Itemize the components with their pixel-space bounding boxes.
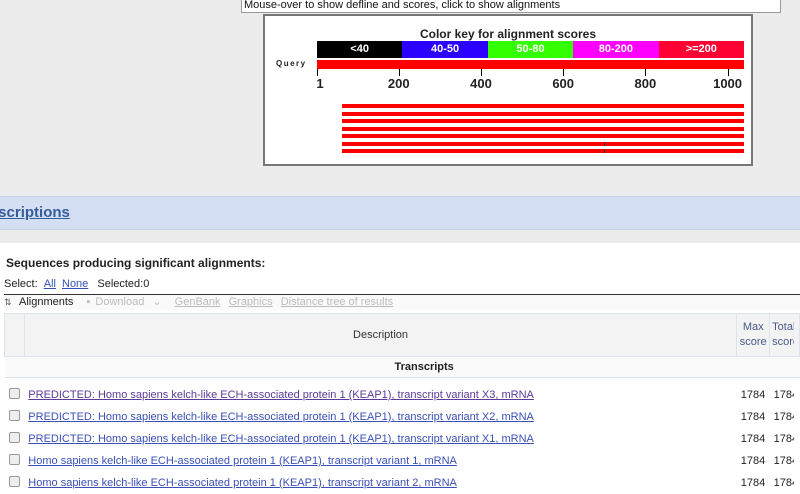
hit-bar[interactable] — [342, 126, 744, 131]
select-column-header — [4, 313, 25, 357]
total-score-value: 1784 — [773, 389, 794, 401]
query-label: Query — [276, 59, 307, 68]
select-row: Select: All None Selected:0 — [4, 278, 149, 290]
descriptions-table: Description Max score Total score Transc… — [4, 313, 800, 494]
max-score-cell: 1784 — [740, 433, 766, 445]
row-select-cell — [5, 450, 25, 472]
hit-bar[interactable] — [342, 149, 744, 153]
download-button[interactable]: ▪ Download ⌄ — [86, 296, 166, 308]
genbank-link[interactable]: GenBank — [175, 296, 221, 308]
total-score-cell: 1784 — [770, 378, 800, 407]
color-key-segment: >=200 — [658, 41, 744, 58]
total-score-cell: 1784 — [770, 450, 800, 472]
hit-gap-mark — [604, 149, 606, 153]
max-score-cell: 1784 — [740, 455, 766, 467]
row-checkbox[interactable] — [8, 476, 20, 487]
axis-tick — [563, 69, 565, 76]
selected-count: Selected:0 — [97, 278, 150, 290]
row-select-cell — [5, 406, 25, 428]
row-checkbox[interactable] — [8, 388, 20, 399]
descriptions-header: Descriptions — [0, 196, 800, 230]
query-bar — [317, 60, 744, 69]
description-cell: PREDICTED: Homo sapiens kelch-like ECH-a… — [24, 378, 736, 407]
max-score-cell: 1784 — [740, 477, 766, 489]
color-key-title: Color key for alignment scores — [419, 27, 597, 41]
color-key-segment: 80-200 — [573, 41, 659, 58]
table-row: PREDICTED: Homo sapiens kelch-like ECH-a… — [5, 428, 800, 450]
axis-tick-label: 800 — [634, 76, 657, 91]
distance-tree-link[interactable]: Distance tree of results — [281, 296, 394, 308]
download-label: Download — [95, 296, 145, 308]
description-link[interactable]: Homo sapiens kelch-like ECH-associated p… — [28, 477, 457, 489]
total-score-header-text: Total score — [772, 321, 795, 348]
results-toolbar: ⇅ Alignments ▪ Download ⌄ GenBank Graphic… — [4, 294, 800, 310]
row-checkbox[interactable] — [8, 410, 20, 421]
axis-tick-label: 200 — [387, 76, 410, 91]
description-link[interactable]: Homo sapiens kelch-like ECH-associated p… — [28, 455, 457, 467]
total-score-value: 1784 — [773, 411, 794, 423]
group-header-transcripts: Transcripts — [4, 356, 800, 378]
hit-bar[interactable] — [342, 104, 744, 108]
color-key-segment: 50-80 — [487, 41, 574, 58]
row-checkbox[interactable] — [8, 432, 20, 443]
select-label: Select: — [4, 278, 38, 290]
select-all-link[interactable]: All — [44, 278, 56, 290]
axis-tick-label: 600 — [552, 76, 575, 91]
chevron-down-icon: ⌄ — [152, 296, 162, 308]
max-score-column-header[interactable]: Max score — [736, 313, 771, 357]
row-checkbox[interactable] — [8, 454, 20, 465]
hit-bar[interactable] — [342, 111, 744, 116]
total-score-value: 1784 — [773, 477, 794, 489]
max-score-cell: 1784 — [740, 411, 766, 423]
row-select-cell — [5, 428, 25, 450]
description-column-header[interactable]: Description — [23, 313, 738, 357]
alignments-label: Alignments — [19, 296, 74, 308]
description-link[interactable]: PREDICTED: Homo sapiens kelch-like ECH-a… — [28, 411, 534, 423]
axis-tick — [317, 69, 318, 76]
row-select-cell — [5, 378, 25, 407]
tooltip: Mouse-over to show defline and scores, c… — [241, 0, 781, 13]
save-icon: ▪ — [86, 296, 91, 308]
description-link[interactable]: PREDICTED: Homo sapiens kelch-like ECH-a… — [28, 433, 534, 445]
table-row: PREDICTED: Homo sapiens kelch-like ECH-a… — [5, 378, 800, 407]
axis-tick-label: 1 — [316, 76, 324, 91]
color-key-segment: <40 — [317, 41, 403, 58]
total-score-cell: 1784 — [770, 472, 800, 494]
description-link[interactable]: PREDICTED: Homo sapiens kelch-like ECH-a… — [28, 389, 534, 401]
color-key-segment: 40-50 — [402, 41, 488, 58]
select-none-link[interactable]: None — [62, 278, 88, 290]
description-cell: Homo sapiens kelch-like ECH-associated p… — [24, 450, 736, 472]
hit-bar[interactable] — [342, 119, 744, 123]
row-select-cell — [5, 472, 25, 494]
table-row: Homo sapiens kelch-like ECH-associated p… — [5, 472, 800, 494]
max-score-cell: 1784 — [740, 389, 766, 401]
axis-tick — [398, 69, 400, 76]
axis-tick — [645, 69, 647, 76]
hit-gap-mark — [604, 141, 606, 146]
total-score-column-header[interactable]: Total score — [769, 313, 800, 357]
total-score-cell: 1784 — [770, 428, 800, 450]
total-score-cell: 1784 — [770, 406, 800, 428]
graphics-link[interactable]: Graphics — [229, 296, 273, 308]
description-cell: Homo sapiens kelch-like ECH-associated p… — [24, 472, 736, 494]
axis-tick — [727, 69, 729, 76]
axis-tick-label: 400 — [470, 76, 492, 91]
description-cell: PREDICTED: Homo sapiens kelch-like ECH-a… — [24, 406, 736, 428]
sort-icon: ⇅ — [4, 297, 12, 307]
total-score-value: 1784 — [773, 433, 794, 445]
hit-bar[interactable] — [342, 141, 744, 146]
axis-tick — [480, 69, 482, 76]
description-cell: PREDICTED: Homo sapiens kelch-like ECH-a… — [24, 428, 736, 450]
axis-tick-label: 1000 — [713, 76, 743, 91]
alignment-graphic[interactable]: Color key for alignment scores <40 40-50 5… — [263, 14, 753, 166]
total-score-value: 1784 — [773, 455, 794, 467]
sequences-title: Sequences producing significant alignmen… — [6, 256, 266, 270]
descriptions-title-link[interactable]: Descriptions — [0, 204, 70, 221]
alignments-button[interactable]: ⇅ Alignments — [4, 296, 78, 308]
table-row: PREDICTED: Homo sapiens kelch-like ECH-a… — [5, 406, 800, 428]
table-row: Homo sapiens kelch-like ECH-associated p… — [5, 450, 800, 472]
hit-bar[interactable] — [342, 134, 744, 138]
